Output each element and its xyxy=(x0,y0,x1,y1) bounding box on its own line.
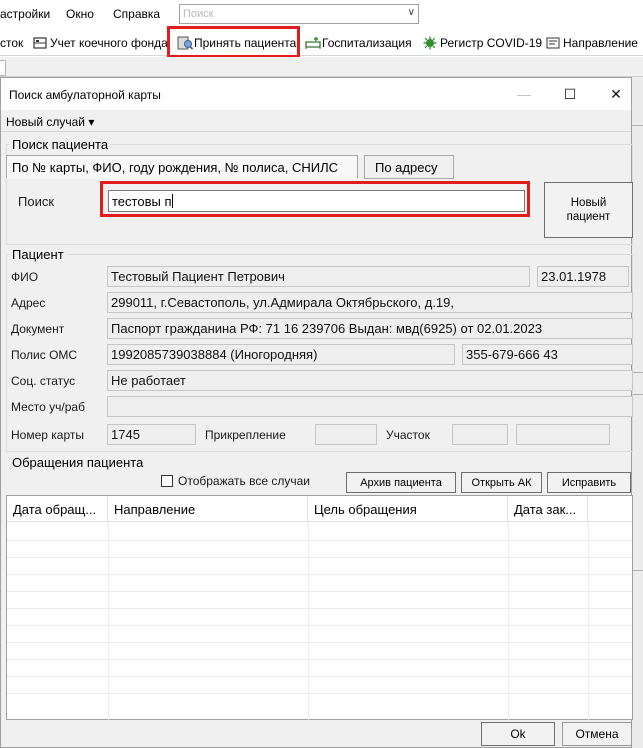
background-window-edge xyxy=(632,77,643,748)
social-status-label: Соц. статус xyxy=(11,374,76,388)
toolbar-covid-register[interactable]: Регистр COVID-19 xyxy=(423,34,542,52)
column-visit-date[interactable]: Дата обращ... xyxy=(7,496,108,522)
visits-table[interactable]: Дата обращ... Направление Цель обращения… xyxy=(6,495,633,720)
dialog-titlebar: Поиск амбулаторной карты — ☐ ✕ xyxy=(1,78,631,110)
district-label: Участок xyxy=(386,428,430,442)
fix-button-label: Исправить xyxy=(561,476,617,489)
cancel-button[interactable]: Отмена xyxy=(562,722,632,746)
visits-group-title: Обращения пациента xyxy=(10,455,146,470)
ok-button-label: Ok xyxy=(510,727,526,741)
fio-field: Тестовый Пациент Петрович xyxy=(107,266,530,287)
tab-search-by-address-label: По адресу xyxy=(375,159,438,175)
column-close-date[interactable]: Дата зак... xyxy=(508,496,588,522)
patient-group-title: Пациент xyxy=(10,247,66,262)
document-field: Паспорт гражданина РФ: 71 16 239706 Выда… xyxy=(107,318,633,339)
district-extra-field xyxy=(516,424,610,445)
oms-field: 1992085739038884 (Иногородняя) xyxy=(107,344,455,365)
ok-button[interactable]: Ok xyxy=(481,722,555,746)
archive-button-label: Архив пациента xyxy=(360,476,442,489)
maximize-icon: ☐ xyxy=(563,85,577,102)
snils-field: 355-679-666 43 xyxy=(462,344,633,365)
toolbar-stock-label: сток xyxy=(0,36,24,50)
attachment-label: Прикрепление xyxy=(205,428,286,442)
close-icon: ✕ xyxy=(610,85,622,102)
oms-label: Полис ОМС xyxy=(11,348,78,362)
open-ak-button[interactable]: Открыть АК xyxy=(461,472,542,493)
attachment-field xyxy=(315,424,377,445)
toolbar-referral[interactable]: Направление xyxy=(546,34,638,52)
dialog-title: Поиск амбулаторной карты xyxy=(9,88,161,102)
fio-label: ФИО xyxy=(11,270,39,284)
toolbar-referral-label: Направление xyxy=(563,36,638,50)
highlight-search-input xyxy=(100,181,530,217)
social-status-field: Не работает xyxy=(107,370,633,391)
search-card-dialog: Поиск амбулаторной карты — ☐ ✕ Новый слу… xyxy=(0,77,633,748)
menu-window[interactable]: Окно xyxy=(66,7,94,21)
referral-icon xyxy=(546,36,560,50)
card-number-label: Номер карты xyxy=(11,428,84,442)
bed-icon xyxy=(33,36,47,50)
district-field xyxy=(452,424,508,445)
main-menubar: астройки Окно Справка Поиск ∨ xyxy=(0,0,643,28)
address-field: 299011, г.Севастополь, ул.Адмирала Октяб… xyxy=(107,292,633,313)
toolbar-hospitalization[interactable]: Госпитализация xyxy=(305,34,412,52)
tab-search-by-card[interactable]: По № карты, ФИО, году рождения, № полиса… xyxy=(6,155,358,179)
column-direction[interactable]: Направление xyxy=(108,496,308,522)
close-button[interactable]: ✕ xyxy=(593,78,639,110)
tab-search-by-address[interactable]: По адресу xyxy=(364,155,454,179)
open-ak-button-label: Открыть АК xyxy=(471,476,532,489)
cancel-button-label: Отмена xyxy=(575,727,619,741)
workplace-label: Место уч/раб xyxy=(11,400,85,414)
workspace-strip xyxy=(0,57,643,77)
minimize-icon: — xyxy=(517,86,531,102)
archive-button[interactable]: Архив пациента xyxy=(346,472,456,493)
minimize-button[interactable]: — xyxy=(501,78,547,110)
search-group-title: Поиск пациента xyxy=(10,137,111,152)
new-patient-button-label: Новый пациент xyxy=(566,197,611,223)
fix-button[interactable]: Исправить xyxy=(547,472,631,493)
new-patient-button[interactable]: Новый пациент xyxy=(544,182,633,238)
toolbar-bed-fund[interactable]: Учет коечного фонда xyxy=(33,34,168,52)
menu-help[interactable]: Справка xyxy=(113,7,160,21)
new-case-menu[interactable]: Новый случай ▾ xyxy=(6,115,94,129)
global-search-placeholder: Поиск xyxy=(183,8,214,20)
search-label: Поиск xyxy=(18,194,55,209)
workspace-tab-edge xyxy=(0,60,6,76)
hospitalization-icon xyxy=(305,36,321,50)
toolbar-hospitalization-label: Госпитализация xyxy=(322,36,412,50)
chevron-down-icon[interactable]: ∨ xyxy=(408,7,415,18)
covid-icon xyxy=(423,36,437,50)
card-number-field: 1745 xyxy=(107,424,196,445)
toolbar-bed-fund-label: Учет коечного фонда xyxy=(50,36,168,50)
tab-search-by-card-label: По № карты, ФИО, году рождения, № полиса… xyxy=(12,159,338,175)
document-label: Документ xyxy=(11,322,65,336)
global-search-combo[interactable]: Поиск ∨ xyxy=(179,4,419,24)
toolbar-covid-register-label: Регистр COVID-19 xyxy=(440,36,543,50)
menu-separator xyxy=(1,131,631,132)
highlight-accept-patient xyxy=(167,26,300,58)
toolbar-stock[interactable]: сток xyxy=(0,34,23,52)
main-toolbar: сток Учет коечного фонда Принять пациент… xyxy=(0,28,643,56)
address-label: Адрес xyxy=(11,296,46,310)
show-all-label: Отображать все случаи xyxy=(178,474,310,488)
show-all-checkbox[interactable] xyxy=(161,475,173,487)
column-visit-purpose[interactable]: Цель обращения xyxy=(308,496,508,522)
menu-settings[interactable]: астройки xyxy=(0,7,50,21)
maximize-button[interactable]: ☐ xyxy=(547,78,593,110)
workplace-field xyxy=(107,396,633,417)
birth-date-field: 23.01.1978 xyxy=(537,266,629,287)
visits-table-header: Дата обращ... Направление Цель обращения… xyxy=(7,496,632,522)
